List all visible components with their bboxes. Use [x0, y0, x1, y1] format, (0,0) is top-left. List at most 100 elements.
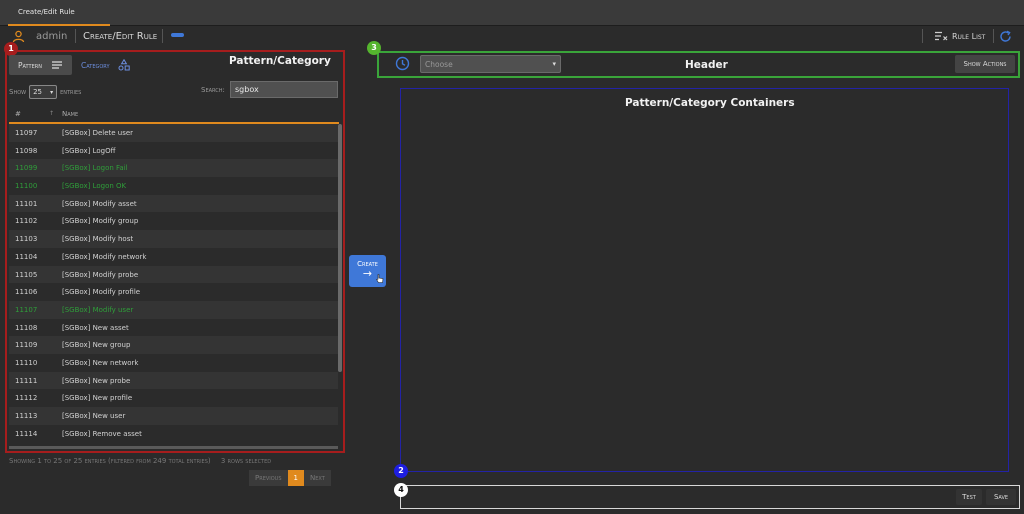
search-label: Search: — [201, 86, 225, 94]
page-size-select[interactable]: 25 ▾ — [29, 85, 58, 99]
footer-section — [400, 485, 1020, 509]
page-size-value: 25 — [33, 88, 43, 96]
table-header: # ↑ Name — [9, 104, 339, 124]
create-button[interactable]: Create → — [349, 255, 386, 287]
vertical-scrollbar[interactable] — [338, 124, 342, 372]
row-name: [SGBox] Modify asset — [62, 199, 137, 208]
table-info-text: Showing 1 to 25 of 25 entries (filtered … — [9, 457, 211, 465]
row-id: 11114 — [15, 429, 38, 438]
table-row[interactable]: 11100 [SGBox] Logon OK — [9, 177, 338, 195]
row-id: 11099 — [15, 164, 38, 173]
pattern-table-body: 11097 [SGBox] Delete user 11098 [SGBox] Log… — [9, 124, 338, 448]
table-row[interactable]: 11108 [SGBox] New asset — [9, 318, 338, 337]
chevron-down-icon: ▾ — [50, 88, 54, 96]
table-row[interactable]: 11110 [SGBox] New network — [9, 353, 338, 372]
search-input[interactable] — [230, 81, 338, 98]
table-row[interactable]: 11114 [SGBox] Remove asset — [9, 424, 338, 443]
row-name: [SGBox] LogOff — [62, 146, 116, 155]
test-button[interactable]: Test — [956, 489, 982, 505]
show-actions-button[interactable]: Show Actions — [955, 55, 1015, 73]
list-icon — [51, 61, 62, 69]
rule-list-button[interactable]: Rule List — [935, 26, 985, 46]
selected-rows-text: 3 rows selected — [220, 457, 272, 465]
tab-category[interactable]: Category — [81, 55, 130, 75]
table-row[interactable]: 11107 [SGBox] Modify user — [9, 300, 338, 319]
table-row[interactable]: 11109 [SGBox] New group — [9, 336, 338, 354]
row-name: [SGBox] Remove asset — [62, 429, 142, 438]
entries-label: entries — [60, 88, 82, 96]
tab-bar: Create/Edit Rule — [0, 0, 1024, 26]
table-row[interactable]: 11106 [SGBox] Modify profile — [9, 283, 338, 301]
row-name: [SGBox] Modify user — [62, 305, 134, 314]
row-id: 11107 — [15, 305, 38, 314]
divider — [993, 29, 994, 43]
row-id: 11098 — [15, 146, 38, 155]
row-id: 11100 — [15, 182, 38, 191]
annotation-badge-3: 3 — [367, 41, 381, 55]
pagination: Previous 1 Next — [249, 470, 331, 486]
containers-drop-area[interactable] — [400, 88, 1009, 472]
divider — [922, 29, 923, 43]
chevron-down-icon: ▾ — [552, 60, 556, 68]
row-name: [SGBox] New group — [62, 341, 131, 350]
row-name: [SGBox] New asset — [62, 323, 129, 332]
page-title: Create/Edit Rule — [83, 30, 158, 42]
table-row[interactable]: 11112 [SGBox] New profile — [9, 389, 338, 407]
column-header-number[interactable]: # — [15, 110, 21, 118]
row-name: [SGBox] New network — [62, 358, 139, 367]
cursor-hand-icon — [376, 274, 384, 283]
row-name: [SGBox] Modify host — [62, 235, 134, 244]
table-row[interactable]: 11103 [SGBox] Modify host — [9, 230, 338, 248]
row-id: 11101 — [15, 199, 38, 208]
list-clear-icon — [935, 31, 948, 41]
save-button[interactable]: Save — [986, 489, 1016, 505]
shapes-icon — [118, 59, 130, 71]
row-name: [SGBox] Logon OK — [62, 182, 127, 191]
divider — [75, 29, 76, 43]
row-id: 11111 — [15, 376, 38, 385]
annotation-badge-2: 2 — [394, 464, 408, 478]
row-id: 11106 — [15, 288, 38, 297]
table-row[interactable]: 11102 [SGBox] Modify group — [9, 212, 338, 231]
rule-list-label: Rule List — [952, 31, 986, 41]
row-id: 11112 — [15, 394, 38, 403]
row-id: 11104 — [15, 252, 38, 261]
row-name: [SGBox] Logon Fail — [62, 164, 128, 173]
toolbar: admin Create/Edit Rule Rule List — [0, 26, 1024, 46]
page-1-button[interactable]: 1 — [287, 470, 304, 486]
table-row[interactable]: 11098 [SGBox] LogOff — [9, 141, 338, 160]
row-id: 11109 — [15, 341, 38, 350]
annotation-badge-1: 1 — [4, 42, 18, 56]
table-row[interactable]: 11104 [SGBox] Modify network — [9, 247, 338, 266]
show-label: Show — [9, 88, 27, 96]
table-row[interactable]: 11099 [SGBox] Logon Fail — [9, 159, 338, 178]
row-id: 11110 — [15, 358, 38, 367]
row-name: [SGBox] Modify profile — [62, 288, 141, 297]
horizontal-scrollbar[interactable] — [9, 446, 338, 449]
row-id: 11105 — [15, 270, 38, 279]
username: admin — [36, 30, 68, 42]
row-name: [SGBox] New profile — [62, 394, 133, 403]
row-name: [SGBox] Delete user — [62, 129, 134, 137]
row-id: 11097 — [15, 129, 38, 137]
row-name: [SGBox] New probe — [62, 376, 131, 385]
column-header-name[interactable]: Name — [62, 110, 78, 118]
previous-page-button[interactable]: Previous — [249, 470, 288, 486]
refresh-icon[interactable] — [999, 26, 1012, 46]
row-id: 11113 — [15, 412, 38, 420]
page-length-control: Show 25 ▾ entries — [9, 85, 81, 99]
tab-pattern[interactable]: Pattern — [9, 55, 72, 75]
next-page-button[interactable]: Next — [304, 470, 331, 486]
containers-title: Pattern/Category Containers — [625, 97, 795, 109]
tab-category-label: Category — [81, 60, 110, 70]
table-row[interactable]: 11111 [SGBox] New probe — [9, 371, 338, 390]
annotation-badge-4: 4 — [394, 483, 408, 497]
tab-create-edit-rule[interactable]: Create/Edit Rule — [8, 0, 110, 26]
row-id: 11103 — [15, 235, 38, 244]
table-row[interactable]: 11105 [SGBox] Modify probe — [9, 265, 338, 284]
table-row[interactable]: 11113 [SGBox] New user — [9, 407, 338, 425]
time-select[interactable]: Choose ▾ — [420, 55, 561, 73]
time-select-value: Choose — [425, 59, 453, 69]
table-row[interactable]: 11097 [SGBox] Delete user — [9, 124, 338, 142]
table-row[interactable]: 11101 [SGBox] Modify asset — [9, 194, 338, 213]
